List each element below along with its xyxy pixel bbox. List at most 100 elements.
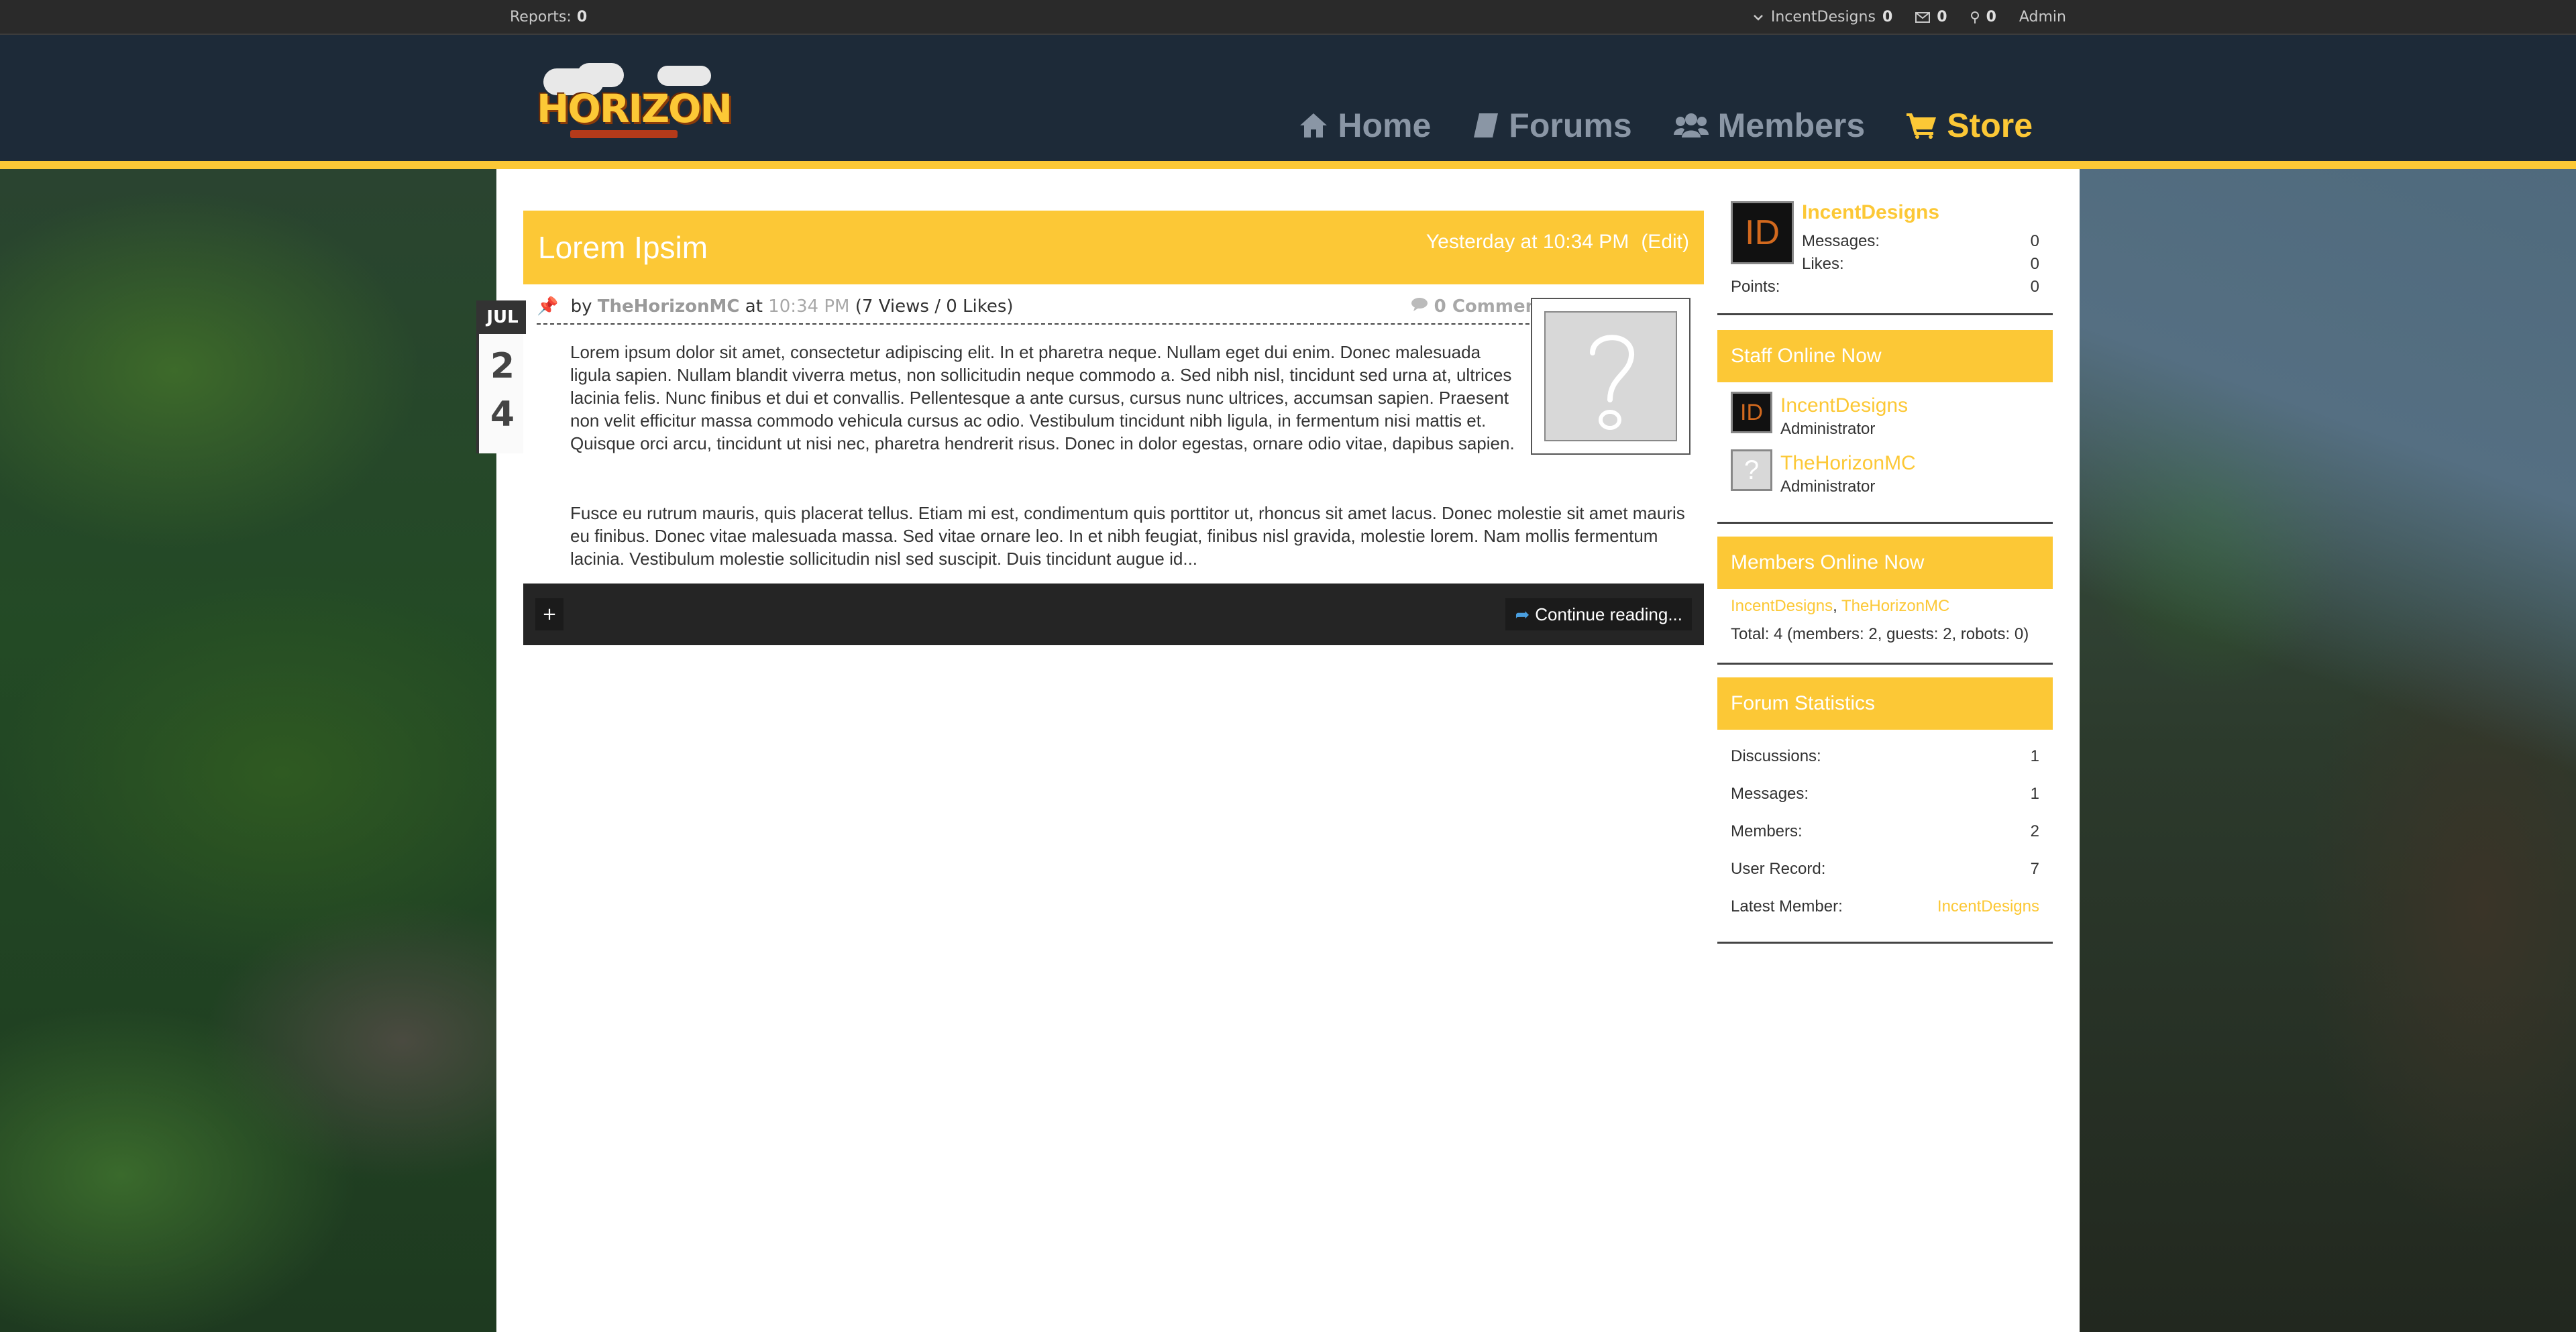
- nav-members-label: Members: [1717, 107, 1866, 144]
- reports-link[interactable]: Reports: 0: [510, 9, 587, 25]
- stat-value: 7: [2030, 860, 2039, 878]
- top-bar: Reports: 0 IncentDesigns 0 0 0 Admin: [0, 0, 2576, 35]
- main-nav: Home Forums Members Store: [1299, 106, 2033, 145]
- post-author[interactable]: TheHorizonMC: [598, 296, 740, 317]
- user-likes: Likes: 0: [1802, 255, 2039, 274]
- latest-member-link[interactable]: IncentDesigns: [1937, 897, 2039, 916]
- stat-label: Latest Member:: [1731, 897, 1843, 915]
- user-menu[interactable]: IncentDesigns 0: [1752, 9, 1892, 25]
- forum-statistics-heading: Forum Statistics: [1717, 677, 2053, 730]
- stat-row-latest-member: Latest Member: IncentDesigns: [1731, 897, 2039, 916]
- staff-role: Administrator: [1780, 420, 1876, 438]
- user-messages-value: 0: [2030, 232, 2039, 250]
- user-likes-label: Likes:: [1802, 255, 1844, 273]
- post-stats: (7 Views / 0 Likes): [855, 296, 1014, 317]
- sidebar-user-panel: ID IncentDesigns Messages: 0 Likes: 0 Poin…: [1717, 201, 2053, 315]
- expand-button[interactable]: +: [535, 598, 564, 630]
- online-members-list: IncentDesigns, TheHorizonMC: [1731, 597, 1949, 616]
- by-label: by: [570, 296, 592, 317]
- members-online-heading: Members Online Now: [1717, 537, 2053, 589]
- divider: [1717, 942, 2053, 944]
- inbox-link[interactable]: 0: [1915, 9, 1947, 25]
- user-bar: IncentDesigns 0 0 0 Admin: [1752, 9, 2066, 25]
- user-points-value: 0: [2030, 278, 2039, 296]
- staff-online-heading: Staff Online Now: [1717, 330, 2053, 382]
- calendar-month: JUL: [479, 300, 526, 334]
- divider: [1717, 522, 2053, 524]
- author-avatar[interactable]: [1531, 298, 1690, 455]
- divider: [1717, 663, 2053, 665]
- user-points: Points: 0: [1731, 278, 2039, 296]
- online-member-link[interactable]: TheHorizonMC: [1841, 597, 1949, 615]
- logo-cloud: [657, 66, 711, 86]
- nav-store[interactable]: Store: [1907, 106, 2033, 145]
- nav-forums-label: Forums: [1509, 107, 1632, 144]
- post-footer: + ➦ Continue reading...: [523, 584, 1704, 645]
- list-separator: ,: [1833, 597, 1837, 615]
- post-header: Lorem Ipsim Yesterday at 10:34 PM (Edit): [523, 211, 1704, 284]
- logo-ribbon: [570, 130, 678, 138]
- nav-forums[interactable]: Forums: [1472, 106, 1632, 145]
- post-date-text: Yesterday at 10:34 PM: [1426, 231, 1629, 253]
- reports-count: 0: [576, 9, 588, 25]
- logo-text: HORIZON: [537, 86, 733, 131]
- post-title[interactable]: Lorem Ipsim: [538, 229, 708, 266]
- post-paragraph-2: Fusce eu rutrum mauris, quis placerat te…: [570, 503, 1685, 569]
- chevron-down-icon: [1753, 14, 1763, 21]
- stat-row-members: Members: 2: [1731, 822, 2039, 841]
- pin-icon: 📌: [537, 296, 559, 317]
- site-logo[interactable]: HORIZON: [530, 63, 733, 142]
- stat-label: Discussions:: [1731, 747, 1821, 765]
- nav-members[interactable]: Members: [1673, 106, 1866, 145]
- user-likes-value: 0: [2030, 255, 2039, 273]
- staff-avatar-placeholder[interactable]: ?: [1731, 449, 1772, 491]
- admin-link[interactable]: Admin: [2019, 9, 2066, 25]
- inbox-count: 0: [1937, 9, 1947, 25]
- book-icon: [1474, 113, 1499, 137]
- main-content: Lorem Ipsim Yesterday at 10:34 PM (Edit) …: [476, 169, 2080, 1332]
- edit-link[interactable]: (Edit): [1641, 231, 1689, 253]
- stat-row-user-record: User Record: 7: [1731, 860, 2039, 879]
- stat-value: 2: [2030, 822, 2039, 840]
- continue-reading-label: Continue reading...: [1535, 604, 1682, 624]
- nav-home-label: Home: [1338, 107, 1432, 144]
- stat-label: Messages:: [1731, 785, 1809, 803]
- post-calendar: JUL 2 4: [476, 300, 526, 453]
- map-pin-icon: [1970, 11, 1979, 23]
- alerts-link[interactable]: 0: [1970, 9, 1996, 25]
- stat-label: Members:: [1731, 822, 1803, 840]
- staff-name[interactable]: TheHorizonMC: [1780, 452, 1916, 475]
- continue-reading-button[interactable]: ➦ Continue reading...: [1505, 598, 1692, 630]
- staff-name[interactable]: IncentDesigns: [1780, 394, 1908, 417]
- calendar-day-digit: 4: [490, 394, 515, 435]
- background-scenery-right: [2080, 169, 2576, 1332]
- cart-icon: [1907, 113, 1937, 139]
- user-points-label: Points:: [1731, 278, 1780, 296]
- post-paragraph-1: Lorem ipsum dolor sit amet, consectetur …: [570, 342, 1515, 453]
- calendar-day-digit: 2: [490, 346, 515, 386]
- alerts-count: 0: [1986, 9, 1996, 25]
- post-time: 10:34 PM: [768, 296, 850, 317]
- at-label: at: [745, 296, 763, 317]
- logo-cloud: [577, 63, 624, 87]
- share-arrow-icon: ➦: [1515, 604, 1530, 624]
- reports-label: Reports:: [510, 9, 572, 25]
- envelope-icon: [1915, 11, 1931, 23]
- stat-value: 1: [2030, 747, 2039, 765]
- stat-value: 1: [2030, 785, 2039, 803]
- nav-home[interactable]: Home: [1299, 106, 1431, 145]
- online-total: Total: 4 (members: 2, guests: 2, robots:…: [1731, 625, 2029, 643]
- staff-avatar[interactable]: ID: [1731, 392, 1772, 433]
- home-icon: [1300, 113, 1328, 137]
- user-menu-count: 0: [1882, 9, 1893, 25]
- comment-icon: [1411, 298, 1428, 311]
- staff-role: Administrator: [1780, 478, 1876, 496]
- stat-row-discussions: Discussions: 1: [1731, 747, 2039, 766]
- user-name[interactable]: IncentDesigns: [1802, 201, 1939, 224]
- user-avatar[interactable]: ID: [1731, 201, 1794, 264]
- nav-store-label: Store: [1947, 107, 2033, 144]
- avatar-placeholder: [1544, 311, 1677, 441]
- online-member-link[interactable]: IncentDesigns: [1731, 597, 1833, 615]
- post-date: Yesterday at 10:34 PM (Edit): [1426, 231, 1689, 254]
- question-mark-icon: [1590, 335, 1635, 430]
